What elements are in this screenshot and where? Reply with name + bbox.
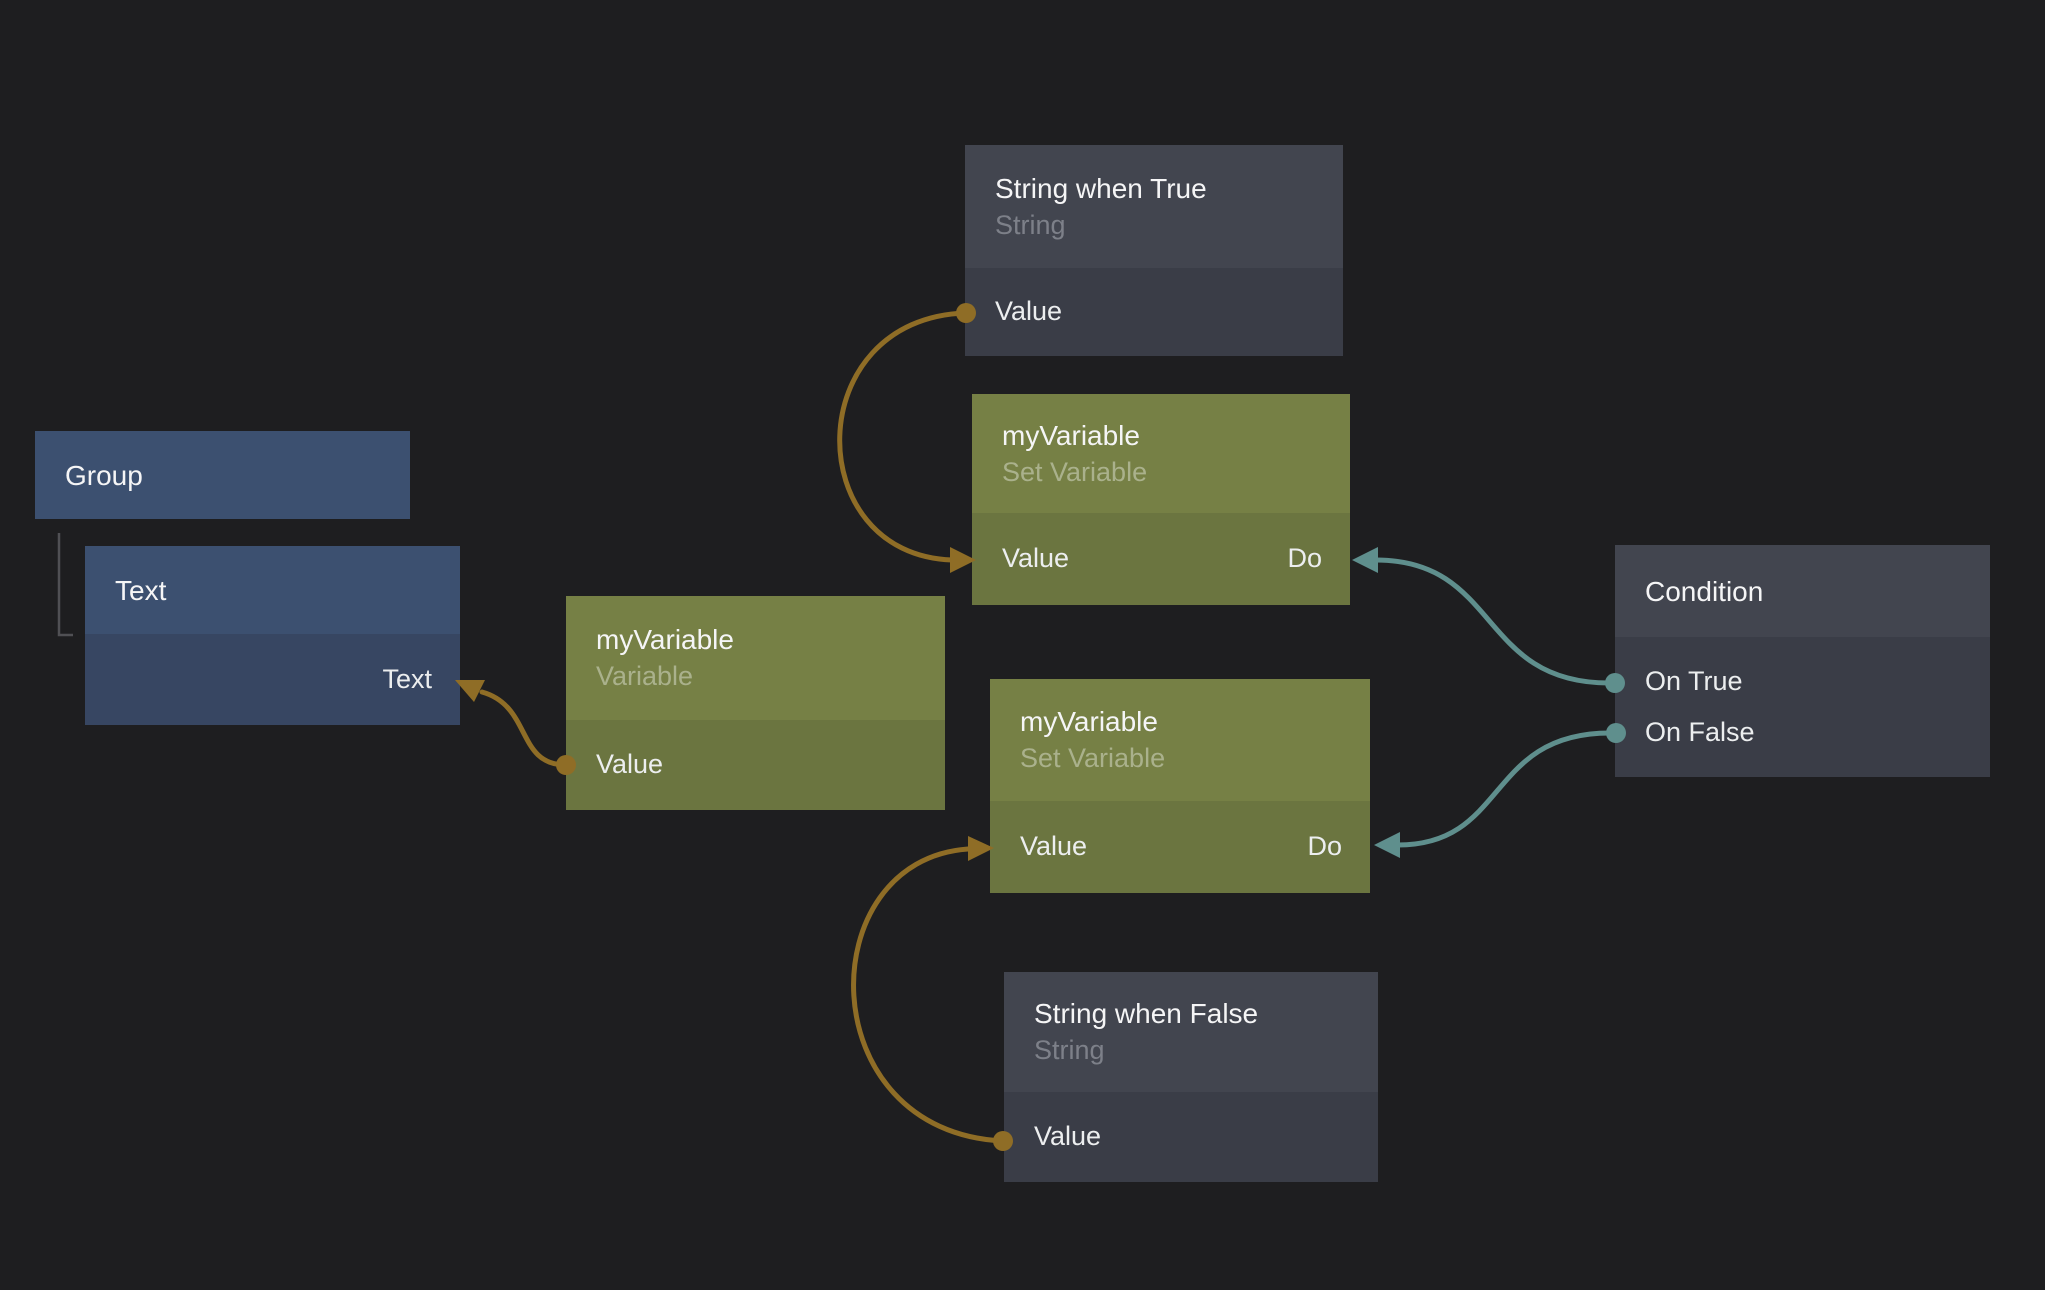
- node-body: Value: [965, 268, 1343, 356]
- port-value-output[interactable]: Value: [1034, 1115, 1101, 1158]
- edge-stringfalse-to-setvarfalse[interactable]: [854, 849, 1003, 1141]
- node-title: Condition: [1645, 574, 1960, 609]
- node-subtitle: String: [995, 209, 1313, 243]
- port-value-output[interactable]: Value: [995, 290, 1062, 333]
- node-body: On True On False: [1615, 637, 1990, 777]
- edge-stringtrue-to-setvartrue[interactable]: [840, 313, 966, 560]
- group-child-connector: [59, 533, 73, 635]
- node-body: Text: [85, 634, 460, 725]
- node-header: Text: [85, 546, 460, 634]
- node-header: Condition: [1615, 545, 1990, 637]
- port-value-output[interactable]: Value: [596, 743, 663, 786]
- edge-arrowhead[interactable]: [1352, 547, 1378, 573]
- node-set-variable-false[interactable]: myVariable Set Variable Value Do: [990, 679, 1370, 893]
- edge-arrowhead[interactable]: [1374, 832, 1400, 858]
- node-editor-canvas[interactable]: String when True String Value myVariable…: [0, 0, 2045, 1290]
- node-variable[interactable]: myVariable Variable Value: [566, 596, 945, 810]
- port-on-true-output[interactable]: On True: [1645, 660, 1743, 703]
- node-title: String when False: [1034, 996, 1348, 1031]
- node-title: String when True: [995, 171, 1313, 206]
- node-subtitle: String: [1034, 1034, 1348, 1068]
- node-header: Group: [35, 431, 410, 519]
- node-condition[interactable]: Condition On True On False: [1615, 545, 1990, 777]
- port-text-input[interactable]: Text: [382, 658, 432, 701]
- node-set-variable-true[interactable]: myVariable Set Variable Value Do: [972, 394, 1350, 605]
- node-body: Value Do: [972, 513, 1350, 605]
- node-header: myVariable Set Variable: [990, 679, 1370, 801]
- node-subtitle: Set Variable: [1020, 742, 1340, 776]
- port-do-input[interactable]: Do: [1287, 537, 1322, 580]
- node-header: String when False String: [1004, 972, 1378, 1092]
- node-text[interactable]: Text Text: [85, 546, 460, 725]
- node-title: myVariable: [1020, 704, 1340, 739]
- node-header: myVariable Set Variable: [972, 394, 1350, 513]
- edge-ontrue-to-setvartrue-do[interactable]: [1376, 560, 1609, 683]
- edge-onfalse-to-setvarfalse-do[interactable]: [1398, 733, 1610, 845]
- node-string-when-true[interactable]: String when True String Value: [965, 145, 1343, 356]
- node-title: myVariable: [596, 622, 915, 657]
- node-title: Text: [115, 573, 430, 608]
- node-group[interactable]: Group: [35, 431, 410, 519]
- node-header: String when True String: [965, 145, 1343, 268]
- node-header: myVariable Variable: [566, 596, 945, 720]
- node-subtitle: Variable: [596, 660, 915, 694]
- node-subtitle: Set Variable: [1002, 456, 1320, 490]
- node-title: Group: [65, 458, 380, 493]
- port-on-false-output[interactable]: On False: [1645, 711, 1755, 754]
- port-do-input[interactable]: Do: [1307, 825, 1342, 868]
- node-title: myVariable: [1002, 418, 1320, 453]
- node-body: Value: [1004, 1092, 1378, 1182]
- port-value-input[interactable]: Value: [1020, 825, 1087, 868]
- node-body: Value: [566, 720, 945, 810]
- port-value-input[interactable]: Value: [1002, 537, 1069, 580]
- node-body: Value Do: [990, 801, 1370, 893]
- node-string-when-false[interactable]: String when False String Value: [1004, 972, 1378, 1182]
- edge-variable-to-text[interactable]: [482, 692, 566, 765]
